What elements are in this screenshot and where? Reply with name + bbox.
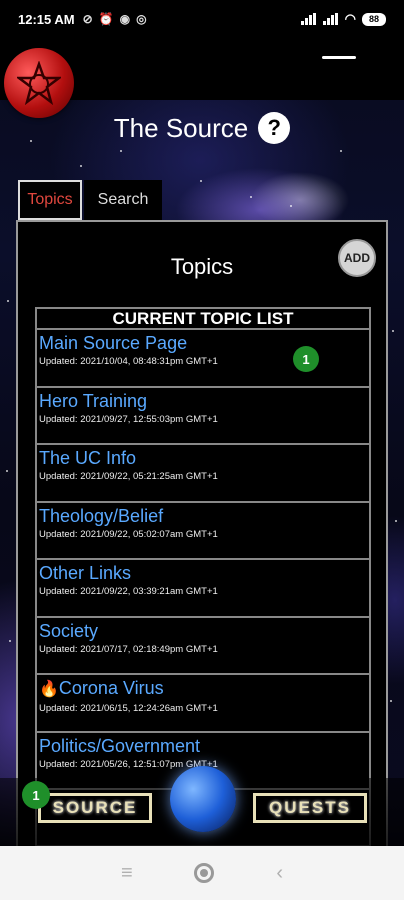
topic-updated: Updated: 2021/07/17, 02:18:49pm GMT+1 (39, 643, 218, 655)
topic-title[interactable]: Theology/Belief (39, 505, 367, 527)
status-time: 12:15 AM (18, 11, 75, 27)
discord-icon: ◉ (119, 12, 131, 26)
fire-icon: 🔥 (39, 681, 59, 698)
android-nav-bar: ≡ ‹ (0, 846, 404, 900)
list-item[interactable]: Other Links Updated: 2021/09/22, 03:39:2… (37, 560, 369, 618)
topic-title[interactable]: Society (39, 620, 367, 642)
page-title: The Source (113, 112, 249, 143)
mute-icon: ⊘ (82, 12, 93, 26)
system-icons: ◠ 88 (300, 11, 386, 27)
battery-icon: 88 (362, 12, 386, 26)
list-item[interactable]: 🔥Corona Virus Updated: 2021/06/15, 12:24… (37, 675, 369, 733)
list-item[interactable]: Hero Training Updated: 2021/09/27, 12:55… (37, 388, 369, 445)
panel-title: Topics (170, 254, 234, 279)
back-icon[interactable]: ‹ (276, 862, 283, 885)
topic-title[interactable]: Politics/Government (39, 735, 367, 757)
topic-updated: Updated: 2021/09/22, 05:02:07am GMT+1 (39, 528, 218, 540)
alarm-icon: ⏰ (98, 12, 114, 26)
home-icon[interactable] (194, 863, 215, 883)
list-item[interactable]: Society Updated: 2021/07/17, 02:18:49pm … (37, 618, 369, 675)
list-header: CURRENT TOPIC LIST (37, 309, 369, 330)
signal-icon-2 (322, 13, 339, 25)
list-item[interactable]: Main Source Page Updated: 2021/10/04, 08… (37, 330, 369, 388)
star-emblem-icon (17, 61, 61, 105)
whatsapp-icon: ◎ (136, 12, 147, 26)
topic-title[interactable]: Hero Training (39, 390, 367, 412)
topic-title[interactable]: Other Links (39, 562, 367, 584)
question-icon[interactable]: ? (258, 112, 291, 144)
topic-title[interactable]: Main Source Page (39, 332, 367, 354)
topic-updated: Updated: 2021/09/22, 03:39:21am GMT+1 (39, 586, 218, 597)
list-item[interactable]: The UC Info Updated: 2021/09/22, 05:21:2… (37, 445, 369, 503)
source-button[interactable]: SOURCE (38, 793, 152, 823)
app-logo[interactable] (4, 48, 74, 118)
topic-updated: Updated: 2021/09/27, 12:55:03pm GMT+1 (39, 413, 218, 425)
source-badge: 1 (22, 781, 50, 809)
quests-button[interactable]: QUESTS (253, 793, 367, 823)
tab-search[interactable]: Search (84, 180, 162, 220)
topic-updated: Updated: 2021/09/22, 05:21:25am GMT+1 (39, 471, 218, 482)
menu-icon[interactable] (322, 56, 356, 59)
topic-title[interactable]: The UC Info (39, 447, 367, 469)
unread-badge: 1 (293, 346, 319, 372)
recents-icon[interactable]: ≡ (121, 862, 133, 885)
status-bar: 12:15 AM ⊘ ⏰ ◉ ◎ ◠ 88 (0, 0, 404, 38)
topic-updated: Updated: 2021/06/15, 12:24:26am GMT+1 (39, 703, 218, 714)
add-button[interactable]: ADD (338, 239, 376, 277)
tab-topics[interactable]: Topics (18, 180, 82, 220)
topic-title-row[interactable]: 🔥Corona Virus (39, 677, 367, 701)
orb-button[interactable] (170, 766, 236, 832)
list-item[interactable]: Theology/Belief Updated: 2021/09/22, 05:… (37, 503, 369, 560)
topic-title[interactable]: Corona Virus (59, 678, 164, 698)
wifi-icon: ◠ (344, 11, 356, 26)
notification-icons: ⊘ ⏰ ◉ ◎ (83, 12, 147, 26)
signal-icon (300, 13, 317, 25)
title-row: The Source ? (0, 108, 404, 148)
